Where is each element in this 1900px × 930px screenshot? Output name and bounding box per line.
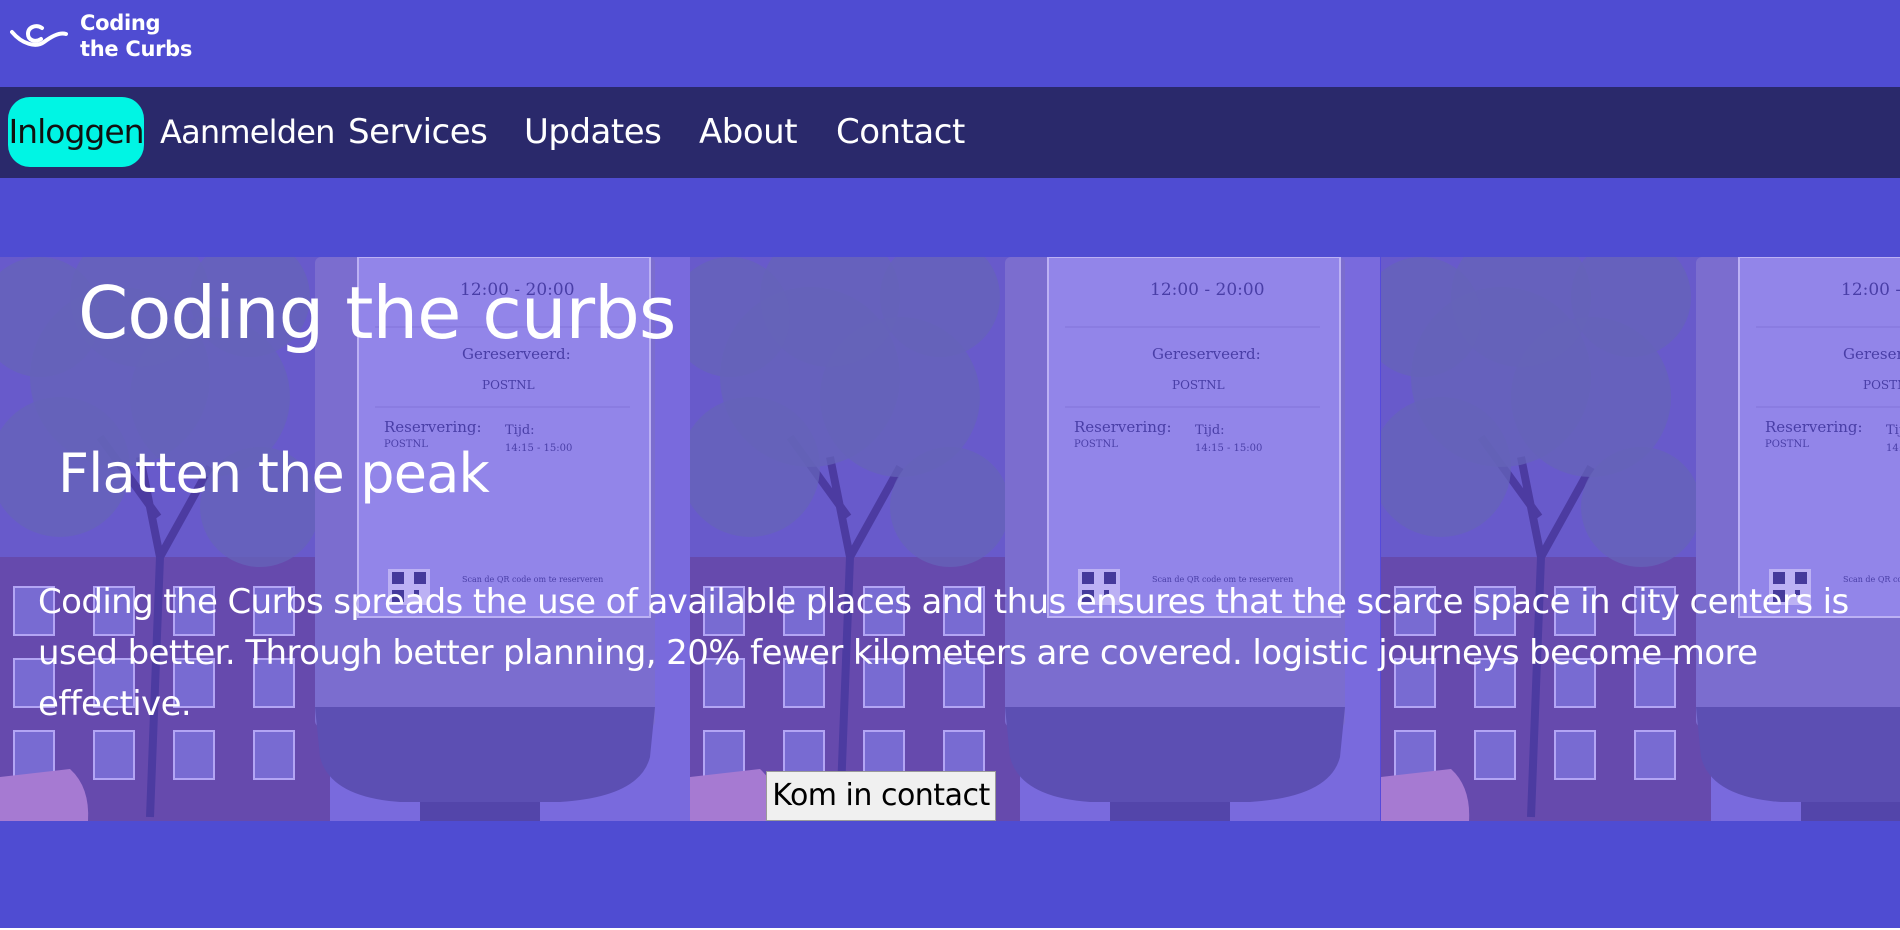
hero-title: Coding the curbs (78, 271, 676, 355)
hero-description: Coding the Curbs spreads the use of avai… (38, 582, 1849, 724)
contact-cta-button[interactable]: Kom in contact (766, 771, 996, 821)
nav-item-contact[interactable]: Contact (836, 97, 965, 167)
nav-item-services[interactable]: Services (348, 97, 488, 167)
hero-section: 12:00 - 20:00 Gereserveerd: POSTNL Reserver… (0, 257, 1900, 821)
login-button[interactable]: Inloggen (8, 97, 145, 167)
page: Coding the Curbs Inloggen Aanmelden Serv… (0, 0, 1900, 928)
nav-item-about[interactable]: About (699, 97, 798, 167)
nav-item-updates[interactable]: Updates (524, 97, 662, 167)
brand-bar: Coding the Curbs (0, 0, 1900, 87)
nav-item-register[interactable]: Aanmelden (160, 97, 335, 167)
home-logo-link[interactable]: Coding the Curbs (10, 10, 192, 62)
main-nav: Inloggen Aanmelden Services Updates Abou… (0, 87, 1900, 178)
brand-name-line1: Coding (80, 11, 161, 35)
brand-name-line2: the Curbs (80, 37, 193, 61)
hero-subtitle: Flatten the peak (58, 442, 490, 505)
wave-c-logo-icon (10, 24, 68, 47)
brand-name: Coding the Curbs (80, 10, 192, 62)
